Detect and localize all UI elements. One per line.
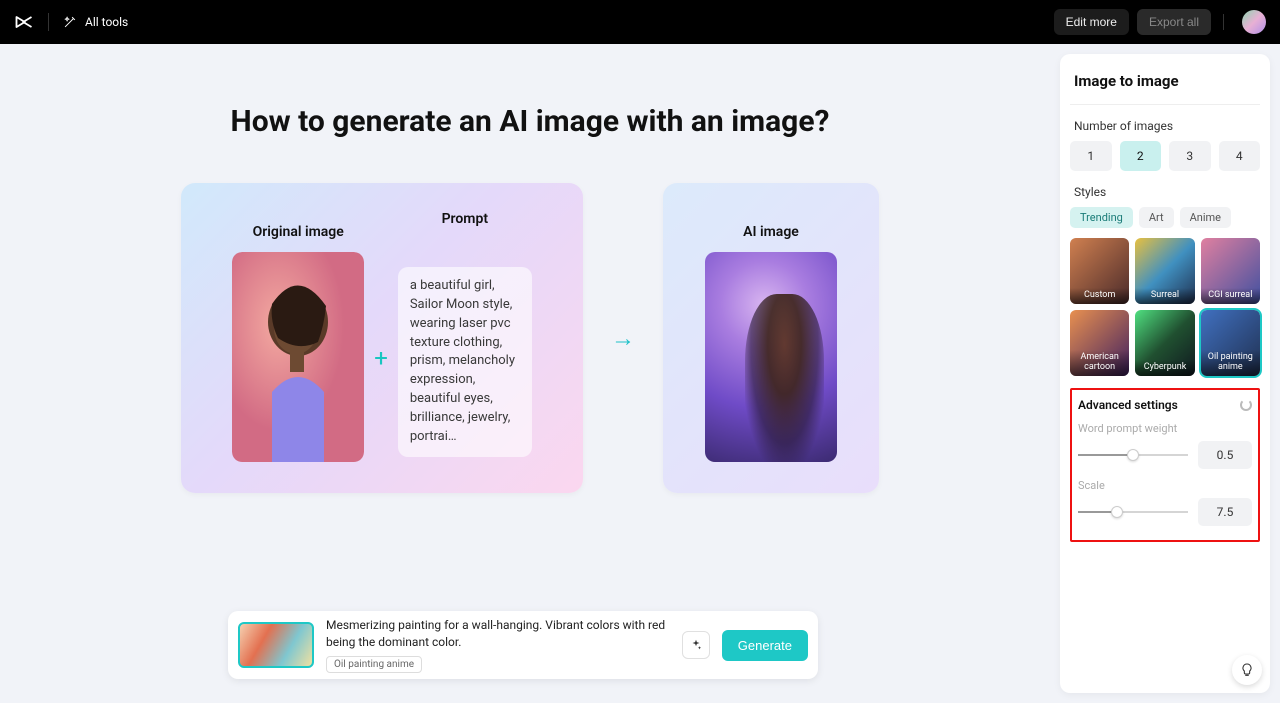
scale-value[interactable]: 7.5 <box>1198 498 1252 526</box>
weight-slider-row: 0.5 <box>1078 441 1252 469</box>
page-title: How to generate an AI image with an imag… <box>0 104 1060 139</box>
divider <box>48 13 49 31</box>
ai-label: AI image <box>743 224 799 240</box>
scale-slider-row: 7.5 <box>1078 498 1252 526</box>
generate-button[interactable]: Generate <box>722 630 808 661</box>
edit-more-button[interactable]: Edit more <box>1054 9 1129 35</box>
style-tab-trending[interactable]: Trending <box>1070 207 1133 228</box>
divider <box>1223 14 1224 30</box>
advanced-settings: Advanced settings Word prompt weight 0.5… <box>1070 388 1260 542</box>
sidebar-title: Image to image <box>1070 70 1260 105</box>
example-cards: Original image + Prompt <box>0 183 1060 493</box>
export-all-button[interactable]: Export all <box>1137 9 1211 35</box>
style-custom[interactable]: Custom <box>1070 238 1129 304</box>
weight-label: Word prompt weight <box>1078 422 1252 435</box>
style-grid: Custom Surreal CGI surreal American cart… <box>1070 238 1260 376</box>
weight-value[interactable]: 0.5 <box>1198 441 1252 469</box>
all-tools-label: All tools <box>85 15 128 29</box>
prompt-text: a beautiful girl, Sailor Moon style, wea… <box>398 267 532 457</box>
num-option-4[interactable]: 4 <box>1219 141 1261 171</box>
spinner-icon <box>1240 399 1252 411</box>
all-tools-button[interactable]: All tools <box>63 15 128 29</box>
style-tabs: Trending Art Anime <box>1070 207 1260 228</box>
prompt-mid: Mesmerizing painting for a wall-hanging.… <box>326 617 670 672</box>
num-option-3[interactable]: 3 <box>1169 141 1211 171</box>
styles-label: Styles <box>1074 185 1256 199</box>
prompt-label: Prompt <box>442 211 489 227</box>
arrow-right-icon: → <box>611 324 635 353</box>
original-label: Original image <box>253 224 344 240</box>
ai-column: AI image <box>705 214 837 462</box>
sparkle-icon <box>689 638 703 652</box>
prompt-bar: Mesmerizing painting for a wall-hanging.… <box>228 611 818 679</box>
num-option-2[interactable]: 2 <box>1120 141 1162 171</box>
enhance-button[interactable] <box>682 631 710 659</box>
ai-image <box>705 252 837 462</box>
scale-slider[interactable] <box>1078 511 1188 513</box>
advanced-header[interactable]: Advanced settings <box>1078 398 1252 412</box>
reference-thumbnail[interactable] <box>238 622 314 668</box>
prompt-column: Prompt a beautiful girl, Sailor Moon sty… <box>398 201 532 457</box>
wand-icon <box>63 15 77 29</box>
output-card: AI image <box>663 183 879 493</box>
style-tag-chip[interactable]: Oil painting anime <box>326 656 422 673</box>
style-cgi-surreal[interactable]: CGI surreal <box>1201 238 1260 304</box>
content: How to generate an AI image with an imag… <box>0 44 1060 703</box>
topbar: All tools Edit more Export all <box>0 0 1280 44</box>
weight-slider[interactable] <box>1078 454 1188 456</box>
main: How to generate an AI image with an imag… <box>0 44 1280 703</box>
original-image <box>232 252 364 462</box>
num-option-1[interactable]: 1 <box>1070 141 1112 171</box>
app-logo-icon[interactable] <box>14 12 34 32</box>
style-tab-anime[interactable]: Anime <box>1180 207 1231 228</box>
num-images-label: Number of images <box>1074 119 1256 133</box>
input-card: Original image + Prompt <box>181 183 583 493</box>
topbar-right: Edit more Export all <box>1054 9 1266 35</box>
style-tab-art[interactable]: Art <box>1139 207 1174 228</box>
prompt-input-text[interactable]: Mesmerizing painting for a wall-hanging.… <box>326 617 670 649</box>
style-cyberpunk[interactable]: Cyberpunk <box>1135 310 1194 376</box>
avatar[interactable] <box>1242 10 1266 34</box>
help-fab[interactable] <box>1232 655 1262 685</box>
topbar-left: All tools <box>14 12 128 32</box>
num-images-row: 1 2 3 4 <box>1070 141 1260 171</box>
original-column: Original image <box>232 214 364 462</box>
lightbulb-icon <box>1239 662 1255 678</box>
style-oil-painting-anime[interactable]: Oil painting anime <box>1201 310 1260 376</box>
sidebar: Image to image Number of images 1 2 3 4 … <box>1060 54 1270 693</box>
scale-label: Scale <box>1078 479 1252 492</box>
plus-icon: + <box>374 344 388 372</box>
advanced-title: Advanced settings <box>1078 398 1178 412</box>
style-surreal[interactable]: Surreal <box>1135 238 1194 304</box>
style-american-cartoon[interactable]: American cartoon <box>1070 310 1129 376</box>
